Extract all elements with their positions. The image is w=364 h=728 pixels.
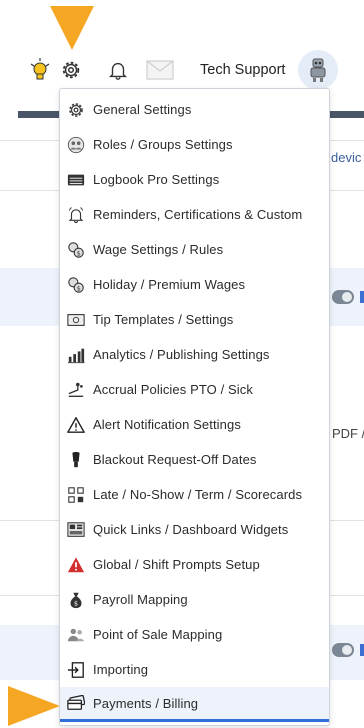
svg-text:$: $ [74,600,78,607]
bg-edge-mark [360,644,364,656]
menu-item-general-settings[interactable]: General Settings [60,92,329,127]
menu-item-label: Tip Templates / Settings [93,312,234,327]
payment-card-icon [66,693,86,713]
menu-item-label: Logbook Pro Settings [93,172,220,187]
lightbulb-icon[interactable] [28,58,52,82]
blackout-icon [66,450,86,470]
menu-item-label: Late / No-Show / Term / Scorecards [93,487,303,502]
money-bag-icon: $ [66,590,86,610]
wage-icon: $ [66,240,86,260]
robot-avatar-icon [308,57,328,83]
bg-text-devic: devic [331,150,362,165]
bell-icon[interactable] [106,58,130,82]
pos-users-icon [66,625,86,645]
menu-item-logbook-pro[interactable]: Logbook Pro Settings [60,162,329,197]
top-header: Tech Support [0,50,364,90]
menu-item-label: Reminders, Certifications & Custom [93,207,303,222]
menu-item-label: Payments / Billing [93,695,199,711]
menu-item-label: Wage Settings / Rules [93,242,224,257]
menu-item-alert-notification[interactable]: Alert Notification Settings [60,407,329,442]
menu-item-late-noshow[interactable]: Late / No-Show / Term / Scorecards [60,477,329,512]
warning-red-icon [66,555,86,575]
menu-item-tip-templates[interactable]: Tip Templates / Settings [60,302,329,337]
user-name[interactable]: Tech Support [200,62,285,78]
bg-text-pdf: PDF / [332,426,364,441]
tip-icon [66,310,86,330]
menu-item-payroll-mapping[interactable]: $ Payroll Mapping [60,582,329,617]
bg-toggle[interactable] [332,290,354,304]
menu-item-holiday-premium[interactable]: $ Holiday / Premium Wages [60,267,329,302]
menu-item-label: Point of Sale Mapping [93,627,223,642]
holiday-wage-icon: $ [66,275,86,295]
gear-icon [66,100,86,120]
import-icon [66,660,86,680]
menu-item-label: Accrual Policies PTO / Sick [93,382,253,397]
menu-item-label: Payroll Mapping [93,592,188,607]
bg-toggle[interactable] [332,643,354,657]
menu-item-accrual-policies[interactable]: Accrual Policies PTO / Sick [60,372,329,407]
menu-item-label: Alert Notification Settings [93,417,241,432]
menu-item-roles-groups[interactable]: Roles / Groups Settings [60,127,329,162]
menu-item-quick-links[interactable]: Quick Links / Dashboard Widgets [60,512,329,547]
pointer-arrow-down [50,6,94,50]
gear-icon[interactable] [59,58,83,82]
roles-icon [66,135,86,155]
menu-item-label: Holiday / Premium Wages [93,277,246,292]
alert-triangle-icon [66,415,86,435]
menu-item-pos-mapping[interactable]: Point of Sale Mapping [60,617,329,652]
reminder-bell-icon [66,205,86,225]
svg-text:$: $ [77,285,81,292]
menu-item-reminders[interactable]: Reminders, Certifications & Custom [60,197,329,232]
menu-item-label: Analytics / Publishing Settings [93,347,270,362]
analytics-icon [66,345,86,365]
mail-icon[interactable] [145,57,175,83]
menu-item-payments-billing[interactable]: Payments / Billing [60,687,329,722]
svg-text:$: $ [77,250,81,257]
settings-dropdown-menu: General Settings Roles / Groups Settings… [59,88,330,726]
menu-item-label: General Settings [93,102,192,117]
menu-item-label: Blackout Request-Off Dates [93,452,257,467]
menu-item-label: Importing [93,662,149,677]
accrual-icon [66,380,86,400]
menu-item-analytics[interactable]: Analytics / Publishing Settings [60,337,329,372]
menu-item-global-shift-prompts[interactable]: Global / Shift Prompts Setup [60,547,329,582]
bg-edge-mark [360,291,364,303]
logbook-icon [66,170,86,190]
menu-item-blackout-dates[interactable]: Blackout Request-Off Dates [60,442,329,477]
menu-item-label: Roles / Groups Settings [93,137,233,152]
pointer-arrow-right [8,686,60,726]
scorecard-icon [66,485,86,505]
dashboard-icon [66,520,86,540]
avatar[interactable] [298,50,338,90]
menu-item-importing[interactable]: Importing [60,652,329,687]
menu-item-label: Global / Shift Prompts Setup [93,557,260,572]
menu-item-wage-settings[interactable]: $ Wage Settings / Rules [60,232,329,267]
menu-item-label: Quick Links / Dashboard Widgets [93,522,289,537]
